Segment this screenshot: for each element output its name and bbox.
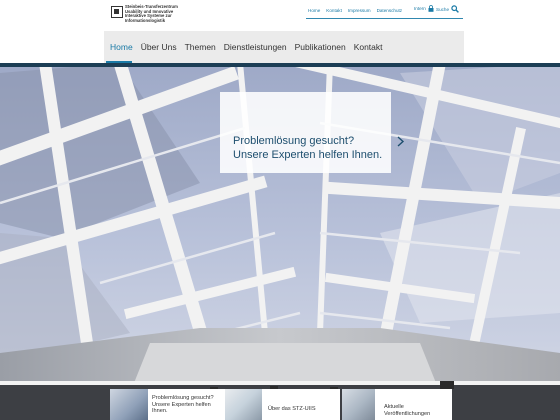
teaser-ueber-stz[interactable]: Über das STZ-UIIS <box>225 389 340 420</box>
search-icon <box>451 5 459 13</box>
utility-nav: Home Kontakt Impressum Datenschutz <box>308 6 408 14</box>
nav-item-home[interactable]: Home <box>106 31 137 63</box>
search-label: Suche <box>436 6 450 12</box>
steinbeis-logo-icon <box>111 6 123 18</box>
utility-link-impressum[interactable]: Impressum <box>348 8 371 13</box>
teaser-thumbnail <box>225 389 262 420</box>
intern-label: Intern <box>414 6 426 11</box>
teaser-problemloesung[interactable]: Problemlösung gesucht? Unsere Experten h… <box>110 389 230 420</box>
site-header: Steinbeis-Transferzentrum Usability und … <box>0 0 560 32</box>
teaser-text: Aktuelle Veröffentlichungen <box>384 404 431 417</box>
nav-item-dienstleistungen[interactable]: Dienstleistungen <box>220 31 291 63</box>
logo-text: Steinbeis-Transferzentrum Usability und … <box>125 4 181 24</box>
main-nav: Home Über Uns Themen Dienstleistungen Pu… <box>104 31 464 63</box>
teaser-text: Über das STZ-UIIS <box>268 406 316 412</box>
nav-item-ueber-uns[interactable]: Über Uns <box>137 31 181 63</box>
nav-item-publikationen[interactable]: Publikationen <box>291 31 350 63</box>
hero-callout-text: Problemlösung gesucht? Unsere Experten h… <box>233 135 383 161</box>
teaser-text: Problemlösung gesucht? Unsere Experten h… <box>152 395 214 415</box>
utility-link-home[interactable]: Home <box>308 8 320 13</box>
hero-top-band <box>0 63 560 67</box>
nav-item-themen[interactable]: Themen <box>181 31 220 63</box>
teaser-veroeffentlichungen[interactable]: Aktuelle Veröffentlichungen <box>342 389 452 420</box>
lock-icon <box>428 5 434 12</box>
chevron-right-icon <box>397 136 405 147</box>
site-logo[interactable]: Steinbeis-Transferzentrum Usability und … <box>111 4 181 24</box>
logo-line: Informationslogistik <box>125 18 166 24</box>
nav-item-kontakt[interactable]: Kontakt <box>350 31 387 63</box>
utility-link-kontakt[interactable]: Kontakt <box>326 8 342 13</box>
hero-callout[interactable]: Problemlösung gesucht? Unsere Experten h… <box>220 92 405 173</box>
teaser-thumbnail <box>342 389 375 420</box>
utility-divider <box>306 18 463 19</box>
search-link[interactable]: Suche <box>436 5 459 13</box>
utility-link-datenschutz[interactable]: Datenschutz <box>377 8 403 13</box>
teaser-thumbnail <box>110 389 148 420</box>
intern-link[interactable]: Intern <box>414 5 434 12</box>
